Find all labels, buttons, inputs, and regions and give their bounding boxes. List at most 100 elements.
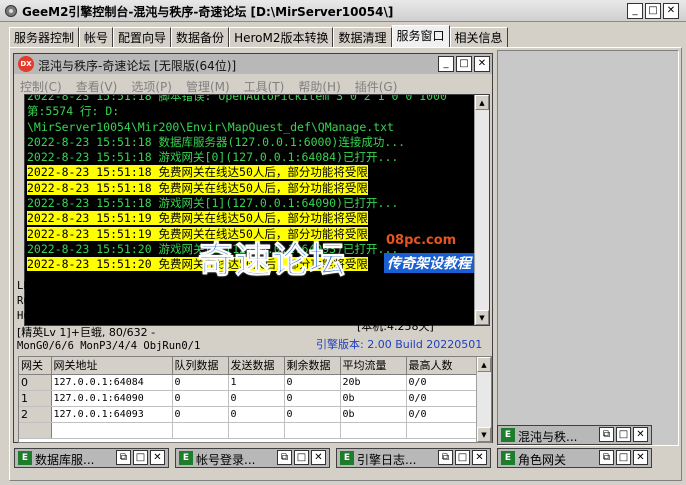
grid-cell[interactable]: 0 [284, 390, 341, 407]
restore-button[interactable]: ⧉ [277, 450, 292, 465]
status-mon: MonG0/6/6 MonP3/4/4 ObjRun0/1 [17, 340, 201, 352]
minimized-window-login[interactable]: E 帐号登录... ⧉ □ ✕ [175, 448, 330, 468]
log-line-text: 2022-8-23 15:51:20 免费网关在线达50人后，部分功能将受限 [27, 257, 368, 272]
tab-data-clean[interactable]: 数据清理 [333, 27, 392, 48]
log-line: 2022-8-23 15:51:18 游戏网关[1](127.0.0.1:640… [25, 196, 477, 211]
child-maximize-button[interactable]: □ [456, 56, 472, 72]
tab-account[interactable]: 帐号 [79, 27, 114, 48]
close-button[interactable]: ✕ [472, 450, 487, 465]
row-header-cell[interactable]: 2 [19, 406, 52, 423]
tab-related-info[interactable]: 相关信息 [449, 27, 508, 48]
grid-scroll-down-icon[interactable]: ▼ [477, 427, 491, 442]
tab-data-backup[interactable]: 数据备份 [171, 27, 230, 48]
row-header-cell[interactable] [19, 422, 52, 439]
grid-scrollbar[interactable]: ▲ ▼ [476, 357, 491, 442]
minimized-window-engine-log[interactable]: E 引擎日志... ⧉ □ ✕ [336, 448, 491, 468]
minimized-window-role-gateway[interactable]: E 角色网关 ⧉ □ ✕ [497, 448, 652, 468]
log-line-text: 2022-8-23 15:51:19 免费网关在线达50人后，部分功能将受限 [27, 211, 368, 226]
col-gateway-address: 网关地址 [51, 357, 173, 375]
restore-button[interactable]: ⧉ [599, 427, 614, 442]
log-line: \MirServer10054\Mir200\Envir\MapQuest_de… [25, 120, 477, 135]
menu-options[interactable]: 选项(P) [131, 78, 172, 95]
grid-cell[interactable]: 0b [340, 406, 407, 423]
grid-cell[interactable]: 0 [172, 406, 229, 423]
status-refresh: [刷怪:2225] [357, 284, 420, 297]
minimized-window-database[interactable]: E 数据库服... ⧉ □ ✕ [14, 448, 169, 468]
minimized-label: 帐号登录... [196, 453, 256, 467]
menu-manage[interactable]: 管理(M) [186, 78, 230, 95]
restore-button[interactable]: ⧉ [116, 450, 131, 465]
grid-cell[interactable]: 0b [340, 390, 407, 407]
close-button[interactable]: ✕ [663, 3, 679, 19]
gateway-grid[interactable]: 网关 网关地址 队列数据 发送数据 剩余数据 平均流量 最高人数 0 127.0.… [18, 356, 492, 443]
grid-cell[interactable]: 0/0 [406, 406, 477, 423]
log-line-text: 2022-8-23 15:51:18 免费网关在线达50人后，部分功能将受限 [27, 180, 368, 195]
close-button[interactable]: ✕ [633, 450, 648, 465]
child-titlebar[interactable]: DX 混沌与秩序-奇速论坛 [无限版(64位)] _ □ ✕ [14, 54, 492, 74]
window-app-icon: E [340, 451, 354, 465]
log-line: 2022-8-23 15:51:18 脚本错误: OpenAutoPickIte… [25, 95, 477, 104]
grid-cell[interactable]: 1 [228, 374, 285, 391]
scroll-up-icon[interactable]: ▲ [475, 95, 489, 110]
restore-button[interactable]: ⧉ [599, 450, 614, 465]
maximize-button[interactable]: □ [455, 450, 470, 465]
log-line: 2022-8-23 15:51:20 游戏网关[2](127.0.0.1:640… [25, 242, 477, 257]
tab-config-wizard[interactable]: 配置向导 [113, 27, 172, 48]
maximize-button[interactable]: □ [616, 450, 631, 465]
minimized-window-chaos[interactable]: E 混沌与秩... ⧉ □ ✕ [497, 425, 652, 445]
status-hum: Hum0/0 Mon3/4 UsrRot104/2754 Merch0/2 Np… [17, 310, 321, 322]
gateway-row[interactable] [19, 422, 477, 439]
grid-cell[interactable]: 0 [172, 390, 229, 407]
maximize-button[interactable]: □ [133, 450, 148, 465]
grid-cell[interactable] [228, 422, 285, 439]
maximize-button[interactable]: □ [294, 450, 309, 465]
status-run-socket: LbRunSocketTime [17, 280, 112, 292]
grid-cell[interactable]: 0 [284, 374, 341, 391]
minimized-label: 角色网关 [518, 453, 567, 467]
grid-cell[interactable]: 0/0 [406, 390, 477, 407]
child-close-button[interactable]: ✕ [474, 56, 490, 72]
gateway-row[interactable]: 2 127.0.0.1:64093 0 0 0 0b 0/0 [19, 406, 477, 423]
minimize-button[interactable]: _ [627, 3, 643, 19]
grid-cell[interactable]: 0 [172, 374, 229, 391]
grid-cell[interactable]: 0/0 [406, 374, 477, 391]
maximize-button[interactable]: □ [616, 427, 631, 442]
menu-help[interactable]: 帮助(H) [298, 78, 340, 95]
grid-scroll-up-icon[interactable]: ▲ [477, 357, 491, 372]
grid-cell[interactable]: 0 [228, 390, 285, 407]
row-header-cell[interactable]: 0 [19, 374, 52, 391]
gateway-row[interactable]: 0 127.0.0.1:64084 0 1 0 20b 0/0 [19, 374, 477, 391]
tab-herom2-convert[interactable]: HeroM2版本转换 [229, 27, 334, 48]
close-button[interactable]: ✕ [311, 450, 326, 465]
grid-cell[interactable]: 0 [284, 406, 341, 423]
menu-view[interactable]: 查看(V) [76, 78, 118, 95]
gateway-row[interactable]: 1 127.0.0.1:64090 0 0 0 0b 0/0 [19, 390, 477, 407]
grid-cell[interactable] [340, 422, 407, 439]
col-send-data: 发送数据 [228, 357, 285, 375]
row-header-cell[interactable]: 1 [19, 390, 52, 407]
close-button[interactable]: ✕ [150, 450, 165, 465]
tab-server-control[interactable]: 服务器控制 [9, 27, 80, 48]
grid-cell[interactable] [406, 422, 477, 439]
maximize-button[interactable]: □ [645, 3, 661, 19]
menu-plugins[interactable]: 插件(G) [355, 78, 398, 95]
log-line-warning: 2022-8-23 15:51:18 免费网关在线达50人后，部分功能将受限 [25, 180, 477, 196]
gear-app-icon [5, 5, 17, 17]
status-engine-time: 引擎:0:0:30 [M][F] [217, 285, 315, 298]
grid-cell[interactable]: 127.0.0.1:64090 [51, 390, 173, 407]
tab-service-window[interactable]: 服务窗口 [391, 25, 450, 48]
grid-cell[interactable]: 127.0.0.1:64093 [51, 406, 173, 423]
grid-cell[interactable]: 127.0.0.1:64084 [51, 374, 173, 391]
grid-cell[interactable]: 20b [340, 374, 407, 391]
grid-cell[interactable] [172, 422, 229, 439]
close-button[interactable]: ✕ [633, 427, 648, 442]
status-online: [在线:0/0/0] [357, 302, 420, 315]
child-minimize-button[interactable]: _ [438, 56, 454, 72]
menu-tools[interactable]: 工具(T) [244, 78, 285, 95]
grid-cell[interactable]: 0 [228, 406, 285, 423]
restore-button[interactable]: ⧉ [438, 450, 453, 465]
grid-cell[interactable] [284, 422, 341, 439]
menu-control[interactable]: 控制(C) [20, 78, 62, 95]
log-line-text: 2022-8-23 15:51:18 游戏网关[1](127.0.0.1:640… [27, 196, 399, 211]
grid-cell[interactable] [51, 422, 173, 439]
